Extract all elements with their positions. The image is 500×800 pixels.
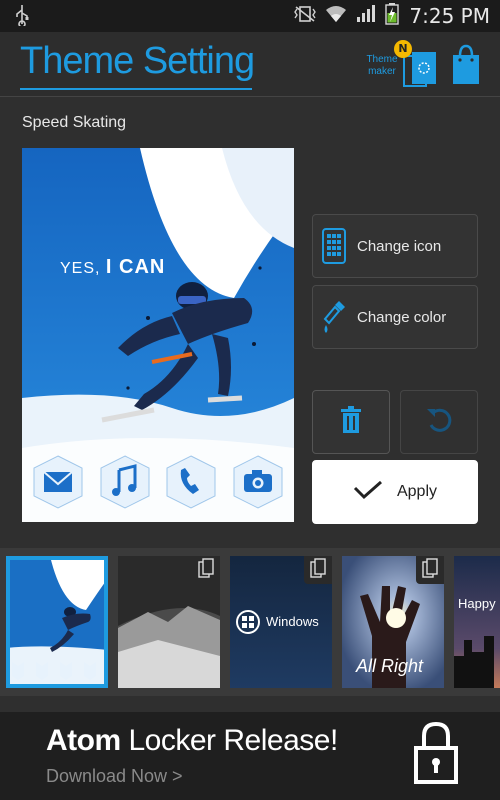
title-underline [20,88,252,90]
banner-headline-bold: Atom [46,724,121,757]
vibrate-icon [293,4,317,28]
status-bar: 7:25 PM [0,0,500,32]
promo-banner[interactable]: Atom Locker Release! Download Now > [0,712,500,800]
theme-maker-label-line2: maker [368,66,396,77]
wifi-icon [325,4,347,28]
theme-maker-label: Theme maker [362,54,402,78]
thumbnail-image [6,556,108,688]
copy-tag [304,556,332,584]
theme-thumbnail[interactable] [118,556,220,688]
thumbnail-label: All Right [356,656,424,676]
shopping-bag-icon [450,44,482,90]
theme-name: Speed Skating [22,114,127,131]
slogan-part1: YES, [60,260,101,277]
action-bar: Theme Setting Theme maker N [0,32,500,96]
usb-icon [14,4,30,30]
theme-preview[interactable]: YES, I CAN [22,148,294,522]
phone-copy-icon [198,558,214,582]
change-icon-button[interactable]: Change icon [312,214,478,278]
new-badge: N [394,40,412,58]
copy-tag [192,556,220,584]
lock-icon [412,720,460,790]
apply-button[interactable]: Apply [312,460,478,524]
theme-thumbnail[interactable]: All Right [342,556,444,688]
thumbnail-label: Happy N [458,596,500,611]
undo-button[interactable] [400,390,478,454]
battery-charging-icon [385,3,400,29]
email-icon [30,454,86,510]
icon-grid-icon [321,228,347,264]
theme-maker-button[interactable]: Theme maker N [362,40,440,90]
phone-copy-icon [310,558,326,582]
change-color-button[interactable]: Change color [312,285,478,349]
music-icon [97,454,153,510]
banner-download-link[interactable]: Download Now > [46,766,183,787]
copy-tag [416,556,444,584]
trash-icon [339,406,363,438]
change-icon-label: Change icon [357,237,442,255]
status-time: 7:25 PM [409,4,490,28]
thumbnail-image [454,556,500,688]
undo-icon [425,405,453,439]
preview-dock [30,454,286,514]
page-title: Theme Setting [20,40,255,82]
change-color-label: Change color [357,308,447,326]
checkmark-icon [353,480,383,505]
phone-icon [163,454,219,510]
theme-maker-label-line1: Theme [366,54,398,65]
banner-headline-rest: Locker Release! [128,724,339,757]
eyedropper-icon [321,299,347,335]
thumbnail-label: Windows [266,614,319,629]
apply-label: Apply [396,483,438,500]
camera-icon [230,454,286,510]
theme-thumbnail-strip[interactable]: Windows All Right Happy N [0,548,500,696]
theme-thumbnail[interactable] [6,556,108,688]
signal-icon [355,4,377,28]
banner-headline: Atom Locker Release! [46,724,338,758]
header-divider [0,96,500,97]
theme-thumbnail[interactable]: Happy N [454,556,500,688]
theme-slogan: YES, I CAN [60,256,165,279]
slogan-part2: I CAN [105,256,166,278]
phone-copy-icon [422,558,438,582]
store-button[interactable] [450,42,482,86]
theme-thumbnail[interactable]: Windows [230,556,332,688]
delete-button[interactable] [312,390,390,454]
